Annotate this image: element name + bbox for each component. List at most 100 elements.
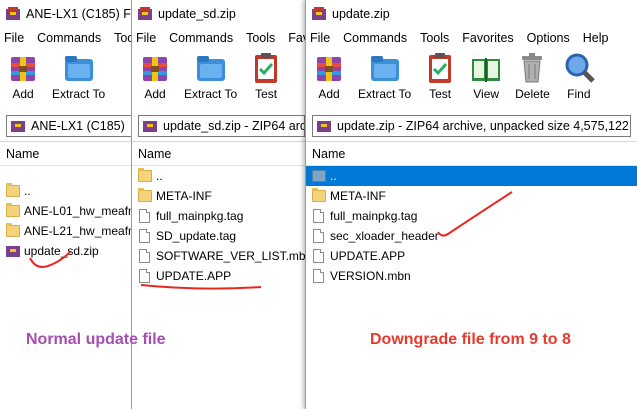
file-icon — [139, 269, 150, 283]
extract-to-button[interactable]: Extract To — [184, 49, 237, 101]
list-item[interactable]: SOFTWARE_VER_LIST.mbn — [132, 246, 311, 266]
add-button[interactable]: Add — [6, 49, 40, 101]
list-item[interactable]: VERSION.mbn — [306, 266, 637, 286]
file-icon — [313, 209, 324, 223]
address-text: update.zip - ZIP64 archive, unpacked siz… — [337, 119, 631, 133]
add-archive-icon — [138, 51, 172, 85]
delete-label: Delete — [515, 87, 550, 101]
extract-to-button[interactable]: Extract To — [52, 49, 105, 101]
list-item-selected[interactable]: .. — [306, 166, 637, 186]
test-label: Test — [429, 87, 452, 101]
file-icon — [139, 229, 150, 243]
folder-icon — [138, 168, 152, 182]
up-folder-icon — [312, 170, 326, 182]
test-label: Test — [255, 87, 278, 101]
add-label: Add — [12, 87, 34, 101]
folder-icon — [138, 188, 152, 202]
extract-to-label: Extract To — [358, 87, 412, 101]
menu-file[interactable]: File — [310, 31, 330, 45]
add-label: Add — [318, 87, 340, 101]
extract-folder-icon — [368, 51, 402, 85]
test-clipboard-icon — [423, 51, 457, 85]
delete-trash-icon — [515, 51, 549, 85]
extract-to-button[interactable]: Extract To — [358, 49, 411, 101]
menu-tools[interactable]: Tools — [246, 31, 275, 45]
toolbar: Add Extract To — [0, 49, 140, 111]
extract-folder-icon — [194, 51, 228, 85]
find-button[interactable]: Find — [562, 49, 596, 101]
folder-icon — [6, 223, 20, 237]
address-field[interactable]: update_sd.zip - ZIP64 arc — [138, 115, 305, 137]
archive-icon — [143, 119, 157, 133]
list-item[interactable]: UPDATE.APP — [306, 246, 637, 266]
menu-file[interactable]: File — [136, 31, 156, 45]
list-item[interactable]: .. — [132, 166, 311, 186]
add-button[interactable]: Add — [138, 49, 172, 101]
menu-bar: File Commands Tools Favorites Options He… — [306, 27, 637, 49]
menu-bar: File Commands Too — [0, 27, 140, 49]
test-button[interactable]: Test — [249, 49, 283, 101]
title-bar: update.zip — [306, 0, 637, 27]
menu-help[interactable]: Help — [583, 31, 609, 45]
title-bar: update_sd.zip — [132, 0, 311, 27]
column-header-name[interactable]: Name — [132, 142, 311, 166]
archive-icon — [11, 119, 25, 133]
archive-icon — [6, 244, 20, 258]
winrar-app-icon — [6, 6, 20, 21]
extract-to-label: Extract To — [52, 87, 106, 101]
address-field[interactable]: ANE-LX1 (C185) — [6, 115, 134, 137]
winrar-app-icon — [312, 6, 326, 21]
view-button[interactable]: View — [469, 49, 503, 101]
menu-bar: File Commands Tools Favo — [132, 27, 311, 49]
list-item[interactable]: ANE-L01_hw_meafna — [0, 201, 140, 221]
menu-commands[interactable]: Commands — [169, 31, 233, 45]
add-archive-icon — [6, 51, 40, 85]
menu-commands[interactable]: Commands — [37, 31, 101, 45]
folder-icon — [312, 188, 326, 202]
list-item[interactable]: SD_update.tag — [132, 226, 311, 246]
list-item[interactable]: full_mainpkg.tag — [306, 206, 637, 226]
test-button[interactable]: Test — [423, 49, 457, 101]
window-title: update_sd.zip — [158, 6, 236, 21]
list-item[interactable]: update_sd.zip — [0, 241, 140, 261]
address-text: update_sd.zip - ZIP64 arc — [163, 119, 305, 133]
list-item[interactable]: META-INF — [306, 186, 637, 206]
list-item[interactable]: META-INF — [132, 186, 311, 206]
menu-options[interactable]: Options — [527, 31, 570, 45]
find-magnifier-icon — [562, 51, 596, 85]
extract-folder-icon — [62, 51, 96, 85]
extract-to-label: Extract To — [184, 87, 238, 101]
address-bar: update_sd.zip - ZIP64 arc — [132, 111, 311, 141]
menu-favorites[interactable]: Favorites — [462, 31, 513, 45]
find-label: Find — [567, 87, 591, 101]
winrar-app-icon — [138, 6, 152, 21]
column-header-name[interactable]: Name — [0, 142, 140, 166]
file-icon — [139, 209, 150, 223]
folder-icon — [6, 183, 20, 197]
file-list: Name .. ANE-L01_hw_meafna ANE-L21_hw_mea… — [0, 141, 140, 409]
menu-file[interactable]: File — [4, 31, 24, 45]
add-button[interactable]: Add — [312, 49, 346, 101]
folder-icon — [6, 203, 20, 217]
menu-commands[interactable]: Commands — [343, 31, 407, 45]
list-item[interactable]: ANE-L21_hw_meafna — [0, 221, 140, 241]
list-item[interactable]: full_mainpkg.tag — [132, 206, 311, 226]
archive-icon — [317, 119, 331, 133]
annotation-normal-update: Normal update file — [26, 331, 166, 348]
list-item[interactable]: .. — [0, 181, 140, 201]
view-book-icon — [469, 51, 503, 85]
address-text: ANE-LX1 (C185) — [31, 119, 125, 133]
test-clipboard-icon — [249, 51, 283, 85]
column-header-name[interactable]: Name — [306, 142, 637, 166]
menu-tools[interactable]: Tools — [420, 31, 449, 45]
list-item[interactable]: sec_xloader_header — [306, 226, 637, 246]
view-label: View — [473, 87, 500, 101]
title-bar: ANE-LX1 (C185) Fix — [0, 0, 140, 27]
annotation-downgrade: Downgrade file from 9 to 8 — [370, 331, 571, 348]
address-field[interactable]: update.zip - ZIP64 archive, unpacked siz… — [312, 115, 631, 137]
address-bar: ANE-LX1 (C185) — [0, 111, 140, 141]
list-item[interactable]: UPDATE.APP — [132, 266, 311, 286]
delete-button[interactable]: Delete — [515, 49, 550, 101]
window-title: ANE-LX1 (C185) Fix — [26, 6, 140, 21]
toolbar: Add Extract To Test — [132, 49, 311, 111]
